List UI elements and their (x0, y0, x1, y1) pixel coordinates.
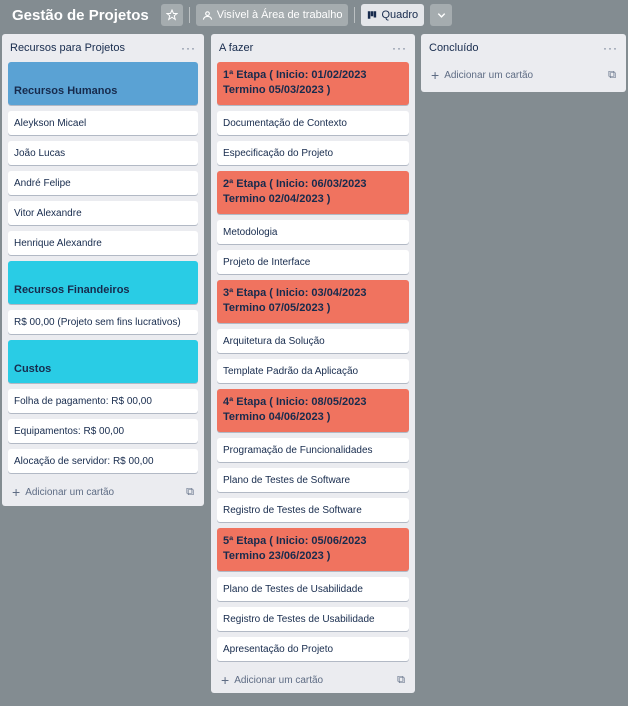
card-title: Metodologia (223, 226, 278, 238)
list-concluido: Concluído ··· + Adicionar um cartão ⧉ (421, 34, 626, 92)
card[interactable]: Plano de Testes de Software (217, 468, 409, 492)
template-icon[interactable]: ⧉ (608, 69, 616, 82)
card-title: Plano de Testes de Usabilidade (223, 583, 363, 595)
card[interactable]: Metodologia (217, 220, 409, 244)
card-title: 3ª Etapa ( Inicio: 03/04/2023 Termino 07… (223, 287, 367, 314)
card-title: Recursos Finandeiros (14, 284, 130, 296)
card[interactable]: Especificação do Projeto (217, 141, 409, 165)
add-card-button[interactable]: + Adicionar um cartão (221, 672, 324, 688)
card-title: Documentação de Contexto (223, 117, 347, 129)
card[interactable]: Equipamentos: R$ 00,00 (8, 419, 198, 443)
card-title: André Felipe (14, 177, 71, 189)
star-icon (165, 9, 178, 21)
card[interactable]: R$ 00,00 (Projeto sem fins lucrativos) (8, 310, 198, 334)
card[interactable]: Plano de Testes de Usabilidade (217, 577, 409, 601)
add-card-button[interactable]: + Adicionar um cartão (431, 67, 534, 83)
card-title: Vitor Alexandre (14, 207, 82, 219)
list-header[interactable]: Recursos para Projetos ··· (8, 34, 198, 62)
more-icon[interactable]: ··· (392, 41, 407, 55)
plus-icon: + (431, 67, 440, 83)
people-icon (202, 10, 212, 20)
card[interactable]: Aleykson Micael (8, 111, 198, 135)
header-divider (188, 7, 190, 23)
card[interactable]: Programação de Funcionalidades (217, 438, 409, 462)
more-icon[interactable]: ··· (603, 41, 618, 55)
chevron-down-icon (437, 12, 445, 18)
section-card[interactable]: Custos (8, 340, 198, 383)
list-title[interactable]: Concluído (429, 42, 479, 54)
plus-icon: + (221, 672, 230, 688)
stage-card[interactable]: 1ª Etapa ( Inicio: 01/02/2023 Termino 05… (217, 62, 409, 105)
card[interactable]: Henrique Alexandre (8, 231, 198, 255)
card-title: Apresentação do Projeto (223, 643, 334, 655)
card[interactable]: André Felipe (8, 171, 198, 195)
card-title: Registro de Testes de Usabilidade (223, 613, 375, 625)
stage-card[interactable]: 2ª Etapa ( Inicio: 06/03/2023 Termino 02… (217, 171, 409, 214)
card-title: Especificação do Projeto (223, 147, 334, 159)
add-card-row: + Adicionar um cartão ⧉ (217, 667, 409, 693)
card[interactable]: Vitor Alexandre (8, 201, 198, 225)
view-label: Quadro (381, 9, 419, 21)
card[interactable]: Registro de Testes de Software (217, 498, 409, 522)
card-title: Plano de Testes de Software (223, 474, 351, 486)
view-button-board[interactable]: Quadro (361, 4, 425, 26)
card-title: 4ª Etapa ( Inicio: 08/05/2023 Termino 04… (223, 396, 367, 423)
add-card-row: + Adicionar um cartão ⧉ (427, 62, 620, 88)
board-title[interactable]: Gestão de Projetos (12, 7, 149, 24)
card[interactable]: Template Padrão da Aplicação (217, 359, 409, 383)
card[interactable]: Documentação de Contexto (217, 111, 409, 135)
card-title: Henrique Alexandre (14, 237, 102, 249)
card-title: R$ 00,00 (Projeto sem fins lucrativos) (14, 316, 181, 328)
card-title: Projeto de Interface (223, 256, 311, 268)
card-title: João Lucas (14, 147, 66, 159)
add-card-label: Adicionar um cartão (444, 69, 534, 81)
card-title: Registro de Testes de Software (223, 504, 362, 516)
card-title: Template Padrão da Aplicação (223, 365, 359, 377)
template-icon[interactable]: ⧉ (397, 674, 405, 687)
list-recursos: Recursos para Projetos ··· Recursos Humano… (2, 34, 204, 506)
card-title: Custos (14, 363, 52, 375)
card[interactable]: Apresentação do Projeto (217, 637, 409, 661)
card-title: 1ª Etapa ( Inicio: 01/02/2023 Termino 05… (223, 69, 367, 96)
stage-card[interactable]: 3ª Etapa ( Inicio: 03/04/2023 Termino 07… (217, 280, 409, 323)
card-title: Programação de Funcionalidades (223, 444, 373, 456)
star-button[interactable] (160, 4, 183, 26)
card-title: 2ª Etapa ( Inicio: 06/03/2023 Termino 02… (223, 178, 367, 205)
card[interactable]: Folha de pagamento: R$ 00,00 (8, 389, 198, 413)
list-title[interactable]: A fazer (219, 42, 253, 54)
board-icon (368, 11, 377, 19)
card[interactable]: Registro de Testes de Usabilidade (217, 607, 409, 631)
card-title: Aleykson Micael (14, 117, 87, 129)
stage-card[interactable]: 4ª Etapa ( Inicio: 08/05/2023 Termino 04… (217, 389, 409, 432)
add-card-label: Adicionar um cartão (25, 486, 115, 498)
section-card[interactable]: Recursos Finandeiros (8, 261, 198, 304)
card[interactable]: Arquitetura da Solução (217, 329, 409, 353)
card-title: Arquitetura da Solução (223, 335, 325, 347)
visibility-label: Visível à Área de trabalho (216, 9, 343, 21)
plus-icon: + (12, 484, 21, 500)
card-title: Folha de pagamento: R$ 00,00 (14, 395, 152, 407)
list-a-fazer: A fazer ··· 1ª Etapa ( Inicio: 01/02/2023 … (211, 34, 415, 693)
list-header[interactable]: A fazer ··· (217, 34, 409, 62)
add-card-row: + Adicionar um cartão ⧉ (8, 479, 198, 505)
add-card-button[interactable]: + Adicionar um cartão (12, 484, 115, 500)
view-switcher-button[interactable] (430, 4, 453, 26)
stage-card[interactable]: 5ª Etapa ( Inicio: 05/06/2023 Termino 23… (217, 528, 409, 571)
visibility-button[interactable]: Visível à Área de trabalho (195, 4, 349, 26)
card-title: 5ª Etapa ( Inicio: 05/06/2023 Termino 23… (223, 535, 367, 562)
card-title: Alocação de servidor: R$ 00,00 (14, 455, 154, 467)
card[interactable]: João Lucas (8, 141, 198, 165)
template-icon[interactable]: ⧉ (186, 486, 194, 499)
header-divider (354, 7, 356, 23)
card-title: Recursos Humanos (14, 85, 118, 97)
list-title[interactable]: Recursos para Projetos (10, 42, 125, 54)
list-header[interactable]: Concluído ··· (427, 34, 620, 62)
section-card[interactable]: Recursos Humanos (8, 62, 198, 105)
card-title: Equipamentos: R$ 00,00 (14, 425, 125, 437)
more-icon[interactable]: ··· (181, 41, 196, 55)
board-header: Gestão de Projetos Visível à Área de tra… (0, 0, 628, 30)
card[interactable]: Projeto de Interface (217, 250, 409, 274)
card[interactable]: Alocação de servidor: R$ 00,00 (8, 449, 198, 473)
add-card-label: Adicionar um cartão (234, 674, 324, 686)
